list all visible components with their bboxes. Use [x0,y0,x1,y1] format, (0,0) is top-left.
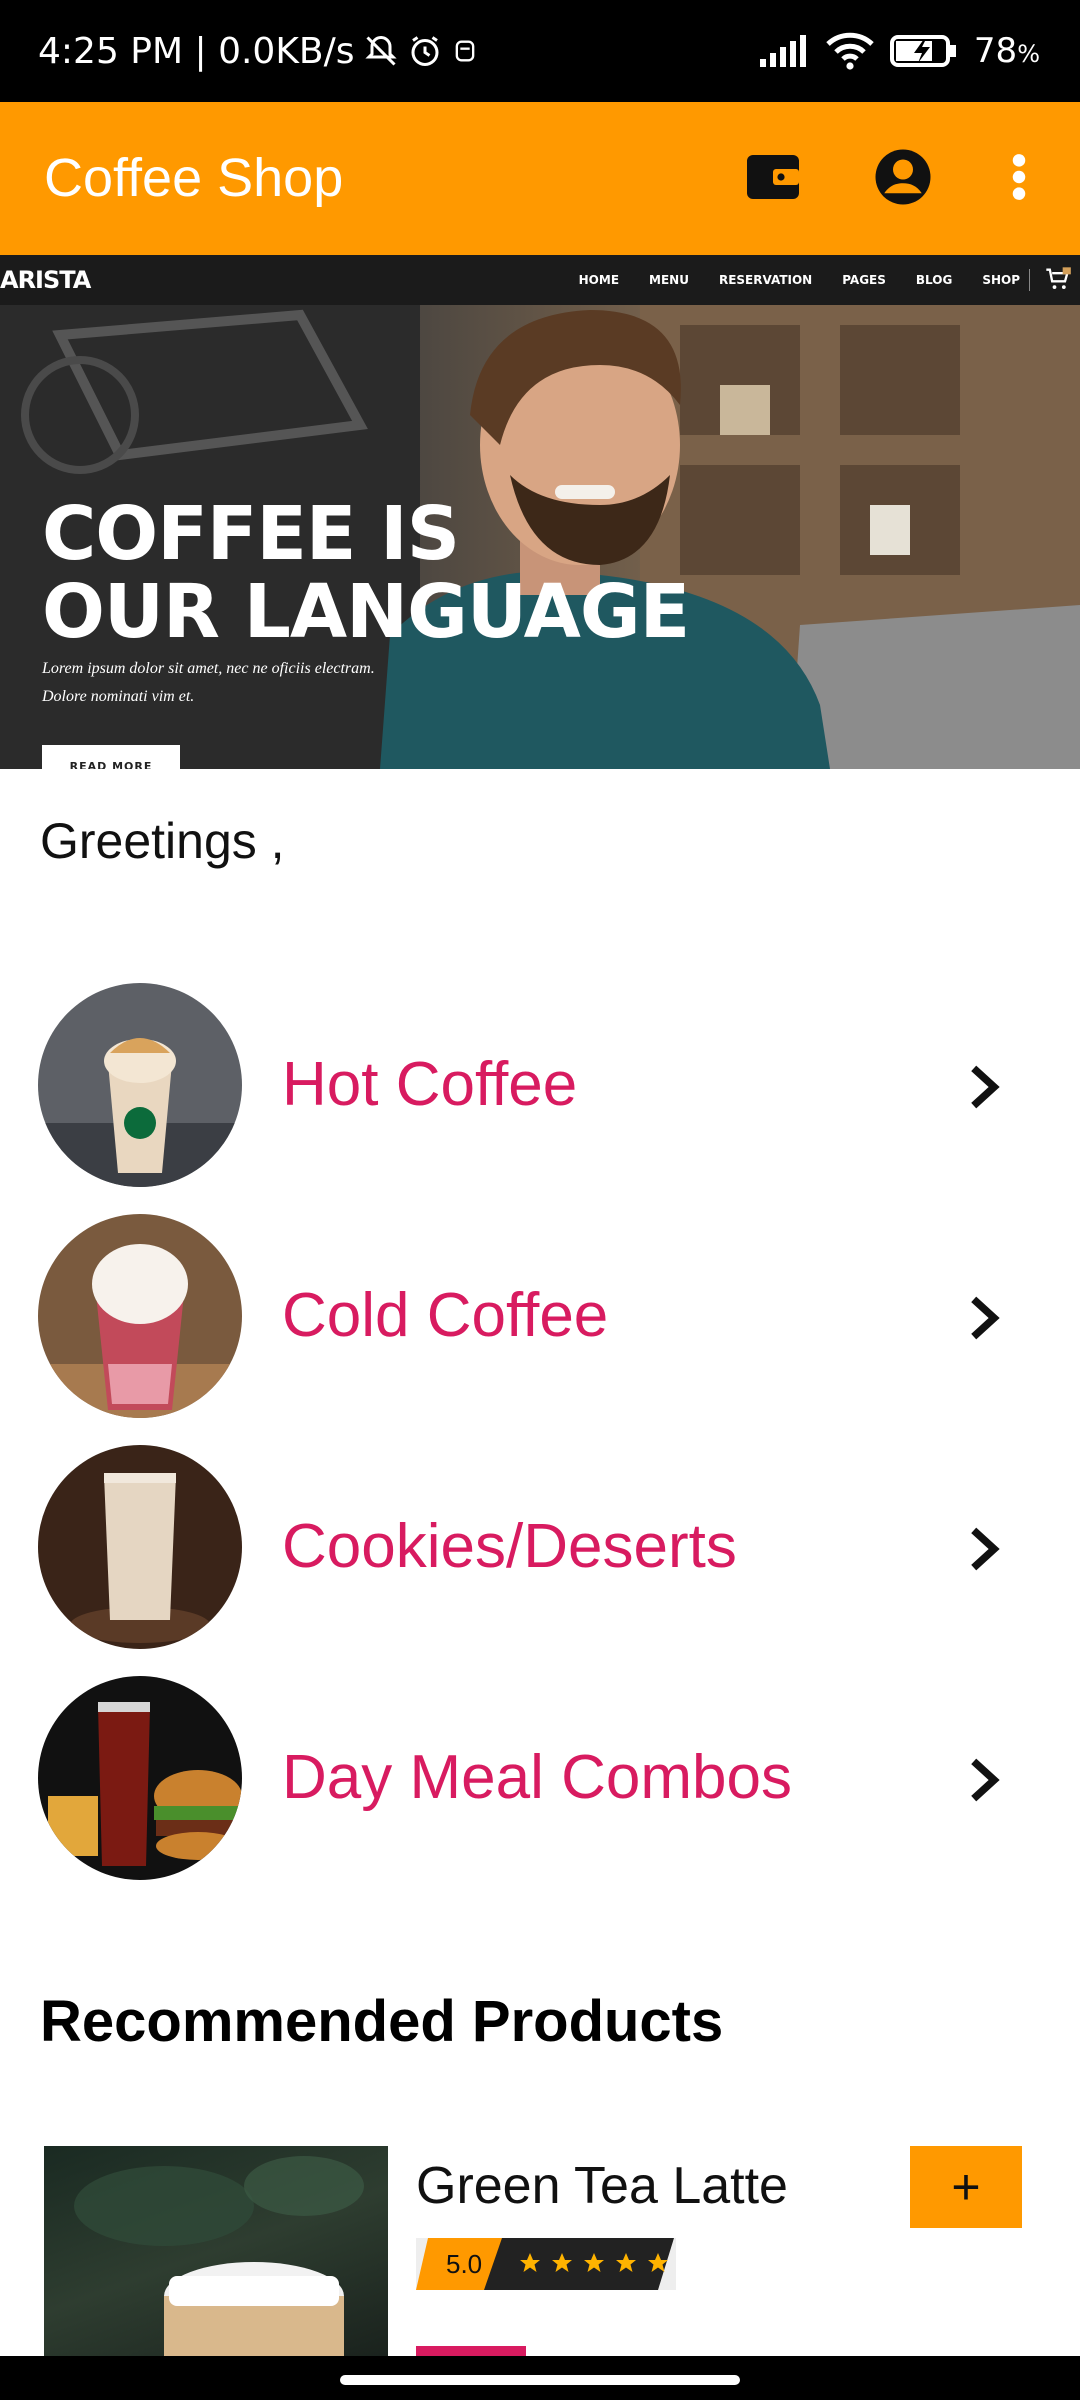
star-icon [648,2253,668,2272]
add-to-cart-button[interactable]: + [910,2146,1022,2228]
app-bar: Coffee Shop [0,102,1080,255]
banner-nav-reservation[interactable]: RESERVATION [719,273,812,287]
cookies-deserts-image [38,1445,242,1649]
star-icon [520,2253,540,2272]
category-hot-coffee[interactable]: Hot Coffee [0,983,1080,1193]
wifi-icon [826,32,874,70]
category-label: Cookies/Deserts [282,1512,737,1581]
mute-bell-icon [363,33,399,69]
rating-stars [518,2251,670,2275]
category-cold-coffee[interactable]: Cold Coffee [0,1214,1080,1424]
hero-subtitle-line-2: Dolore nominati vim et. [42,688,195,705]
status-time: 4:25 PM | 0.0KB/s [38,30,355,72]
hero-subtitle: Lorem ipsum dolor sit amet, nec ne ofici… [42,655,502,711]
chevron-right-icon [960,1754,1006,1811]
system-nav-bar [0,2356,1080,2400]
product-name: Green Tea Latte [416,2157,788,2215]
banner-brand: ARISTA [0,266,91,294]
home-gesture-handle[interactable] [340,2375,740,2385]
read-more-button[interactable]: READ MORE [42,745,180,769]
plus-icon: + [951,2159,981,2215]
cellular-signal-icon [758,33,810,69]
notification-app-icon [451,37,479,65]
battery-unit: % [1017,40,1040,68]
category-label: Hot Coffee [282,1050,578,1119]
hero-headline-line-1: COFFEE IS [42,491,460,577]
greeting-text: Greetings , [40,813,285,869]
star-icon [552,2253,572,2272]
wallet-button[interactable] [734,140,812,218]
cart-icon[interactable] [1044,265,1072,298]
banner-nav-blog[interactable]: BLOG [916,273,952,287]
app-title: Coffee Shop [44,148,344,208]
category-cookies-deserts[interactable]: Cookies/Deserts [0,1445,1080,1655]
chevron-right-icon [960,1061,1006,1118]
banner-nav-links: HOME MENU RESERVATION PAGES BLOG SHOP [579,255,1020,305]
banner-nav-pages[interactable]: PAGES [842,273,886,287]
hot-coffee-image [38,983,242,1187]
status-bar: 4:25 PM | 0.0KB/s 78% [0,0,1080,102]
category-label: Cold Coffee [282,1281,609,1350]
banner-nav-home[interactable]: HOME [579,273,619,287]
overflow-menu-button[interactable] [980,140,1058,218]
banner-nav-menu[interactable]: MENU [649,273,689,287]
hero-subtitle-line-1: Lorem ipsum dolor sit amet, nec ne ofici… [42,660,375,677]
star-icon [584,2253,604,2272]
hero-headline-line-2: OUR LANGUAGE [42,569,690,655]
alarm-icon [407,33,443,69]
account-circle-icon [873,147,933,212]
chevron-right-icon [960,1523,1006,1580]
battery-value: 78 [973,31,1018,71]
cold-coffee-image [38,1214,242,1418]
battery-percent: 78% [974,31,1040,71]
star-icon [616,2253,636,2272]
recommended-title: Recommended Products [40,1989,724,2054]
hero-image: COFFEE IS OUR LANGUAGE Lorem ipsum dolor… [0,305,1080,769]
promo-banner[interactable]: ARISTA HOME MENU RESERVATION PAGES BLOG … [0,255,1080,769]
day-meal-combos-image [38,1676,242,1880]
battery-charging-icon [889,33,958,69]
product-rating-value: 5.0 [446,2249,483,2279]
wallet-icon [745,151,801,208]
category-day-meal-combos[interactable]: Day Meal Combos [0,1676,1080,1886]
chevron-right-icon [960,1292,1006,1349]
account-button[interactable] [864,140,942,218]
category-label: Day Meal Combos [282,1743,792,1812]
banner-nav: ARISTA HOME MENU RESERVATION PAGES BLOG … [0,255,1080,305]
product-rating-badge: 5.0 [416,2238,676,2290]
more-vert-icon [1009,152,1029,207]
hero-headline: COFFEE IS OUR LANGUAGE [42,491,690,655]
product-image [44,2146,388,2356]
nav-divider [1029,269,1030,291]
product-card[interactable]: Green Tea Latte 5.0 + [0,2146,1080,2360]
banner-nav-shop[interactable]: SHOP [982,273,1020,287]
